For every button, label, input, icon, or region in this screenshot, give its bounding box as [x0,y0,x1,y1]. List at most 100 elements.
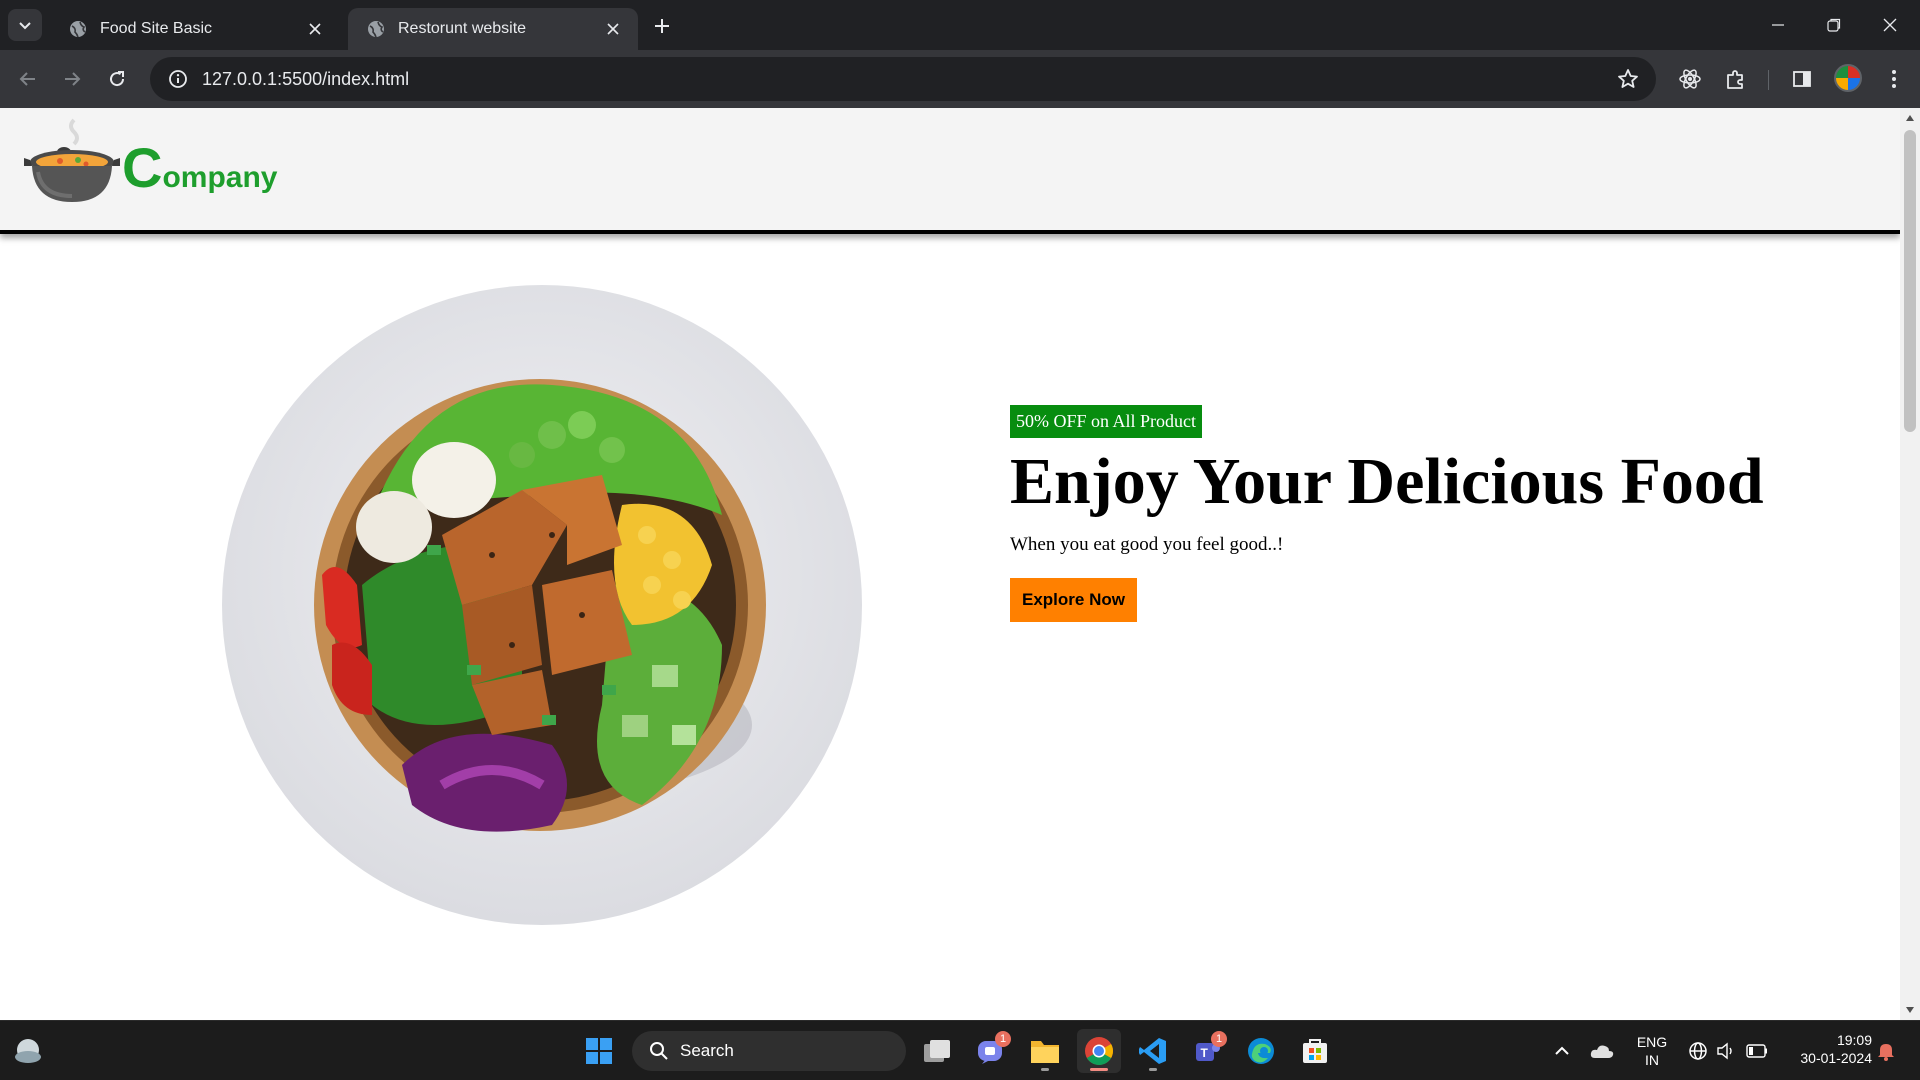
chevron-up-icon [1555,1046,1569,1055]
network-button[interactable] [1686,1039,1710,1063]
globe-icon [1689,1042,1707,1060]
notification-badge: 1 [1211,1031,1227,1047]
more-vertical-icon [1892,70,1896,88]
logo-rest: ompany [162,161,278,194]
close-icon [1883,18,1897,32]
globe-icon [70,21,86,38]
page-scrollbar[interactable] [1900,108,1920,1020]
language-line2: IN [1645,1052,1659,1068]
running-indicator [1149,1068,1157,1071]
globe-icon [368,21,384,38]
plus-icon [655,19,669,33]
search-icon [644,1036,674,1066]
scroll-up-arrow[interactable] [1904,112,1916,124]
chrome-menu-button[interactable] [1878,63,1910,95]
battery-button[interactable] [1745,1039,1769,1063]
new-tab-button[interactable] [648,12,676,40]
react-devtools-extension[interactable] [1674,63,1706,95]
site-info-button[interactable] [156,57,200,101]
salad-bowl-illustration [314,379,766,832]
back-button[interactable] [12,63,44,95]
tab-search-button[interactable] [8,9,42,41]
tab-food-site-basic[interactable]: Food Site Basic [50,8,340,50]
notification-badge: 1 [995,1031,1011,1047]
taskbar-search[interactable]: Search [632,1031,906,1071]
star-icon [1618,69,1638,88]
clock[interactable]: 19:09 30-01-2024 [1782,1031,1872,1067]
search-placeholder: Search [680,1041,734,1060]
volume-button[interactable] [1714,1039,1738,1063]
chevron-down-icon [19,22,31,30]
hero-subtitle: When you eat good you feel good..! [1010,533,1284,555]
hero-headline: Enjoy Your Delicious Food [1010,445,1764,518]
teams-app[interactable]: T 1 [1185,1029,1229,1073]
tab-title: Food Site Basic [100,20,213,37]
onedrive-tray-button[interactable] [1590,1039,1614,1063]
windows-icon [586,1038,612,1064]
discount-badge: 50% OFF on All Product [1010,405,1203,438]
store-app[interactable] [1293,1029,1337,1073]
close-icon[interactable] [602,18,624,40]
profile-avatar[interactable] [1834,64,1862,92]
edge-app[interactable] [1239,1029,1283,1073]
info-icon [169,70,187,88]
chrome-icon [1085,1037,1113,1065]
clock-date: 30-01-2024 [1800,1050,1872,1066]
task-view-button[interactable] [915,1029,959,1073]
page-viewport: Company 50% OFF on All Product Enjoy You… [0,108,1900,1020]
extensions-button[interactable] [1720,63,1752,95]
triangle-down-icon [1906,1007,1914,1013]
language-line1: ENG [1636,1034,1668,1050]
running-indicator [1041,1068,1049,1071]
weather-icon [15,1039,41,1063]
vscode-icon [1139,1038,1166,1064]
arrow-right-icon [65,72,81,86]
file-explorer-app[interactable] [1023,1029,1067,1073]
browser-toolbar: 127.0.0.1:5500/index.html [0,50,1920,108]
toolbar-divider [1768,70,1769,90]
scroll-down-arrow[interactable] [1904,1004,1916,1016]
close-icon[interactable] [304,18,326,40]
minimize-button[interactable] [1750,0,1806,50]
restore-icon [1827,18,1841,32]
store-icon [1303,1039,1327,1063]
tab-restorunt-website[interactable]: Restorunt website [348,8,638,50]
logo-wordmark: Company [122,140,277,196]
site-header: Company [0,108,1900,234]
bookmark-button[interactable] [1608,59,1648,99]
puzzle-icon [1727,70,1743,89]
reload-button[interactable] [101,63,133,95]
clock-time: 19:09 [1836,1032,1872,1048]
browser-titlebar: Food Site Basic Restorunt website [0,0,1920,50]
close-window-button[interactable] [1862,0,1918,50]
show-hidden-icons-button[interactable] [1550,1039,1574,1063]
battery-icon [1746,1044,1767,1058]
vscode-app[interactable] [1131,1029,1175,1073]
restore-button[interactable] [1806,0,1862,50]
chat-app[interactable]: 1 [969,1029,1013,1073]
folder-icon [1031,1041,1059,1063]
arrow-left-icon [19,72,35,86]
task-view-icon [924,1040,950,1062]
bell-icon [1878,1044,1894,1061]
running-indicator [1090,1068,1108,1071]
hero-text-block: 50% OFF on All Product Enjoy Your Delici… [1010,405,1870,622]
side-panel-button[interactable] [1786,63,1818,95]
weather-widget[interactable] [6,1029,50,1073]
forward-button[interactable] [56,63,88,95]
explore-now-button[interactable]: Explore Now [1010,577,1137,622]
language-indicator[interactable]: ENG IN [1630,1033,1674,1069]
svg-text:T: T [1201,1046,1209,1060]
chrome-app[interactable] [1077,1029,1121,1073]
minimize-icon [1772,24,1784,26]
notifications-button[interactable] [1874,1039,1898,1063]
speaker-icon [1717,1042,1732,1060]
company-logo[interactable]: Company [24,116,277,206]
address-bar[interactable]: 127.0.0.1:5500/index.html [150,57,1656,101]
scrollbar-thumb[interactable] [1904,130,1916,432]
react-icon [1679,69,1701,89]
edge-icon [1248,1038,1274,1064]
url-text[interactable]: 127.0.0.1:5500/index.html [202,69,1608,90]
start-button[interactable] [577,1029,621,1073]
logo-cap: C [122,136,163,199]
